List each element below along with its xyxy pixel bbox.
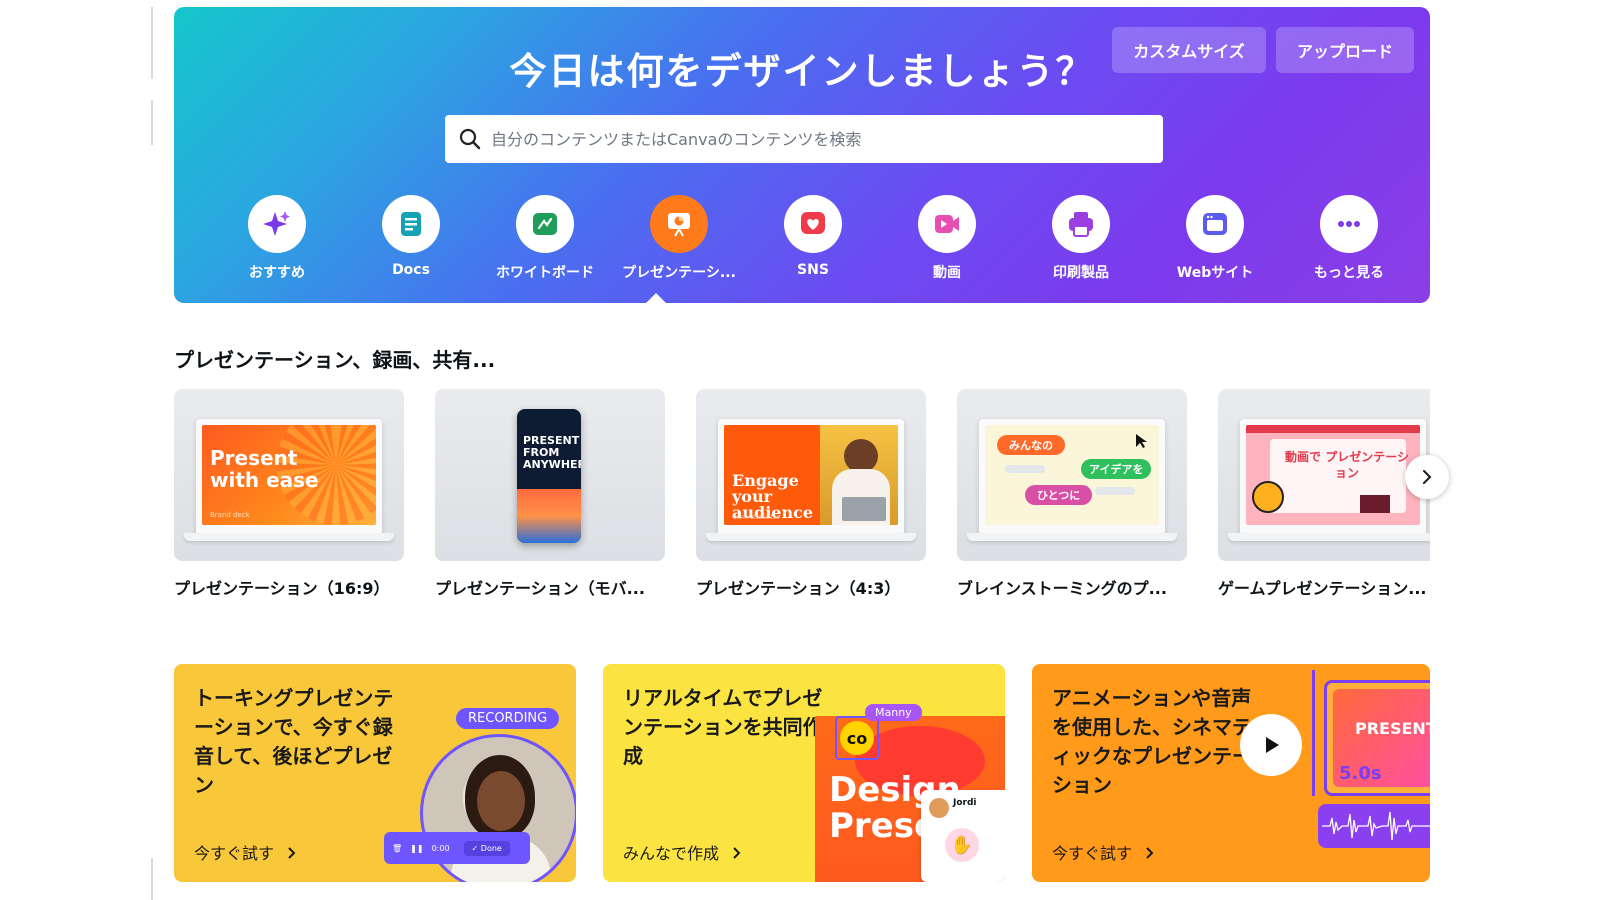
selected-category-pointer [646,293,666,303]
delete-icon: 🗑 [392,843,403,853]
collaborator-card: Jordi ✋ [921,790,1005,882]
chevron-right-icon [288,847,296,859]
thumb-word: みんなの [997,435,1065,455]
category-sns[interactable]: SNS [746,195,880,278]
promo-card-cinematic[interactable]: アニメーションや音声を使用した、シネマティックなプレゼンテーション 今すぐ試す … [1032,664,1430,882]
promo-title: アニメーションや音声を使用した、シネマティックなプレゼンテーション [1052,686,1252,797]
category-website[interactable]: Webサイト [1148,195,1282,282]
thumb-subtext: Brand deck [210,511,250,519]
promo-link[interactable]: 今すぐ試す [1052,840,1155,864]
left-edge-divider [151,7,153,79]
category-label: Webサイト [1176,265,1254,281]
recording-controls: 🗑 ❚❚ 0:00 ✓ Done [384,832,530,864]
promo-title: トーキングプレゼンテーションで、今すぐ録音して、後ほどプレゼン [194,686,394,797]
play-icon [1266,737,1279,753]
category-whiteboard[interactable]: ホワイトボード [478,195,612,282]
more-icon [1338,221,1360,227]
whiteboard-icon [533,213,557,235]
category-label: Docs [392,262,430,278]
category-presentation[interactable]: プレゼンテーシ... [612,195,746,282]
template-thumbnail[interactable]: みんなの アイデアを ひとつに [957,389,1187,561]
thumb-word: アイデアを [1081,459,1152,479]
chevron-right-icon [733,847,741,859]
category-label: 動画 [933,265,961,281]
heart-icon [801,212,825,234]
promo-card-collab[interactable]: リアルタイムでプレゼンテーションを共同作成 みんなで作成 Design Pres… [603,664,1005,882]
custom-size-button[interactable]: カスタムサイズ [1112,27,1266,73]
presentation-icon [668,213,690,237]
category-docs[interactable]: Docs [344,195,478,278]
upload-button[interactable]: アップロード [1276,27,1414,73]
category-video[interactable]: 動画 [880,195,1014,282]
thumb-text: 動画で プレゼンテーション [1285,450,1409,480]
pause-icon: ❚❚ [410,843,424,853]
recording-badge: RECORDING [456,708,560,729]
template-thumbnail[interactable]: Engage your audience Coro Associates [696,389,926,561]
carousel-next-button[interactable] [1405,455,1449,499]
template-label: ゲームプレゼンテーション... [1218,579,1427,598]
category-label: ホワイトボード [496,265,594,281]
category-label: 印刷製品 [1053,265,1109,281]
template-card[interactable]: PRESENT FROM ANYWHERE プレゼンテーション（モバ... [435,389,665,599]
template-thumbnail[interactable]: PRESENT FROM ANYWHERE [435,389,665,561]
thumb-text: Present with ease [210,446,319,492]
template-card[interactable]: Present with ease Brand deck プレゼンテーション（1… [174,389,404,599]
promo-card-talking[interactable]: トーキングプレゼンテーションで、今すぐ録音して、後ほどプレゼン 今すぐ試す RE… [174,664,576,882]
timeline-marker [1312,670,1315,796]
promo-link[interactable]: みんなで作成 [623,840,742,864]
chevron-right-icon [1423,470,1432,484]
thumb-word: ひとつに [1025,485,1093,505]
category-label: SNS [797,262,829,278]
play-button[interactable] [1240,714,1302,776]
template-card[interactable]: みんなの アイデアを ひとつに ブレインストーミングのプ... [957,389,1187,599]
hero-banner: 今日は何をデザインしましょう？ カスタムサイズ アップロード おすすめ Docs [174,7,1430,303]
left-edge-divider [151,100,153,145]
hand-icon: ✋ [945,828,979,862]
chevron-right-icon [1146,847,1154,859]
preview-text: PRESENT [1355,719,1430,738]
collaborator-tag: Manny [865,704,922,721]
template-label: プレゼンテーション（16:9） [174,579,390,598]
promo-link[interactable]: 今すぐ試す [194,840,297,864]
sparkle-icon [263,211,290,236]
collaborator-name: Jordi [953,798,977,808]
template-thumbnail[interactable]: Present with ease Brand deck [174,389,404,561]
template-label: ブレインストーミングのプ... [957,579,1167,598]
promo-title: リアルタイムでプレゼンテーションを共同作成 [623,686,823,768]
section-title: プレゼンテーション、録画、共有... [174,348,496,372]
done-label: Done [480,843,502,853]
category-more[interactable]: もっと見る [1282,195,1416,282]
category-print[interactable]: 印刷製品 [1014,195,1148,282]
left-edge-divider [151,858,153,900]
duration-label: 5.0s [1339,763,1382,784]
logo-selection: co [835,716,879,760]
template-card[interactable]: 動画で プレゼンテーション ゲームプレゼンテーション... [1218,389,1430,599]
recording-time: 0:00 [431,843,450,853]
template-label: プレゼンテーション（4:3） [696,579,901,598]
category-recommended[interactable]: おすすめ [210,195,344,282]
website-icon [1203,213,1227,235]
docs-icon [401,212,421,236]
template-card[interactable]: Engage your audience Coro Associates プレゼ… [696,389,926,599]
category-label: おすすめ [249,265,305,281]
done-button: ✓ Done [463,840,510,856]
audio-waveform [1318,804,1430,848]
promo-link-label: みんなで作成 [623,844,720,863]
promo-link-label: 今すぐ試す [194,844,275,863]
thumb-text: PRESENT FROM ANYWHERE [523,434,581,471]
printer-icon [1069,212,1093,237]
category-label: もっと見る [1314,265,1384,281]
video-icon [935,215,959,233]
search-icon [459,128,481,150]
search-bar[interactable] [445,115,1163,163]
thumb-subtext: Coro Associates [732,514,780,521]
category-label: プレゼンテーシ... [622,265,736,281]
category-row: おすすめ Docs ホワイトボード プレゼンテーシ... SNS 動画 印刷製品… [210,195,1416,295]
search-input[interactable] [491,129,1131,149]
template-label: プレゼンテーション（モバ... [435,579,645,598]
video-preview: PRESENT 5.0s [1324,680,1430,796]
promo-link-label: 今すぐ試す [1052,844,1133,863]
template-thumbnail[interactable]: 動画で プレゼンテーション [1218,389,1430,561]
